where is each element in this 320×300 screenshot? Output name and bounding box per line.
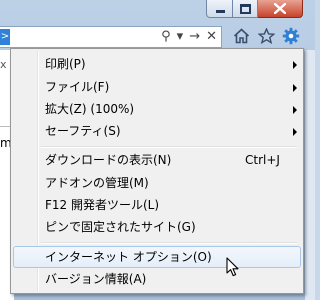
menu-item-label: アドオンの管理(M) — [45, 176, 149, 190]
menu-item-label: 拡大(Z) (100%) — [45, 102, 135, 116]
tools-gear-icon[interactable] — [282, 27, 300, 45]
page-right-edge — [305, 50, 315, 300]
menu-item-internet-options[interactable]: インターネット オプション(O) — [13, 246, 301, 268]
page-close-glyph: x — [0, 58, 7, 71]
menu-item-label: ピンで固定されたサイト(G) — [45, 220, 196, 234]
menu-item-label: ファイル(F) — [45, 80, 110, 94]
search-icon[interactable]: ⚲ — [161, 29, 171, 45]
tools-menu: 印刷(P) ファイル(F) 拡大(Z) (100%) セーフティ(S) ダウンロ… — [10, 48, 304, 294]
address-bar-left-icon: > — [0, 29, 10, 45]
address-bar[interactable]: > ⚲ ▾ → ✕ — [0, 26, 222, 48]
menu-item-label: 印刷(P) — [45, 57, 86, 71]
minimize-icon — [216, 10, 225, 13]
menu-item-label: セーフティ(S) — [45, 124, 121, 138]
menu-item-manage-addons[interactable]: アドオンの管理(M) — [13, 172, 301, 194]
submenu-arrow-icon — [293, 61, 297, 69]
dropdown-icon[interactable]: ▾ — [177, 29, 184, 45]
submenu-arrow-icon — [293, 128, 297, 136]
go-icon[interactable]: → — [189, 29, 200, 45]
minimize-button[interactable] — [206, 0, 233, 18]
maximize-button[interactable] — [233, 0, 258, 18]
maximize-icon — [240, 4, 251, 14]
address-bar-tools: ⚲ ▾ → ✕ — [161, 29, 217, 45]
stop-icon[interactable]: ✕ — [206, 29, 217, 45]
menu-separator — [41, 242, 297, 244]
menu-item-zoom[interactable]: 拡大(Z) (100%) — [13, 98, 301, 120]
menu-item-label: バージョン情報(A) — [45, 272, 147, 286]
menu-item-pinned-sites[interactable]: ピンで固定されたサイト(G) — [13, 216, 301, 238]
menu-item-file[interactable]: ファイル(F) — [13, 76, 301, 98]
home-icon[interactable] — [232, 27, 250, 45]
menu-item-developer-tools[interactable]: F12 開発者ツール(L) — [13, 194, 301, 216]
menu-item-label: F12 開発者ツール(L) — [45, 198, 160, 212]
menu-item-print[interactable]: 印刷(P) — [13, 53, 301, 75]
favorites-star-icon[interactable] — [257, 27, 275, 45]
submenu-arrow-icon — [293, 106, 297, 114]
close-icon — [274, 3, 286, 14]
menu-separator — [41, 146, 297, 148]
menu-item-shortcut: Ctrl+J — [245, 153, 280, 167]
menu-item-label: ダウンロードの表示(N) — [45, 153, 172, 167]
window-controls — [206, 0, 303, 19]
menu-item-label: インターネット オプション(O) — [45, 250, 212, 264]
menu-item-about[interactable]: バージョン情報(A) — [13, 268, 301, 290]
close-window-button[interactable] — [258, 0, 303, 18]
menu-item-view-downloads[interactable]: ダウンロードの表示(N) Ctrl+J — [13, 149, 301, 171]
menu-item-safety[interactable]: セーフティ(S) — [13, 120, 301, 142]
mouse-cursor-icon — [226, 257, 239, 277]
submenu-arrow-icon — [293, 84, 297, 92]
toolbar-icons — [232, 27, 300, 45]
